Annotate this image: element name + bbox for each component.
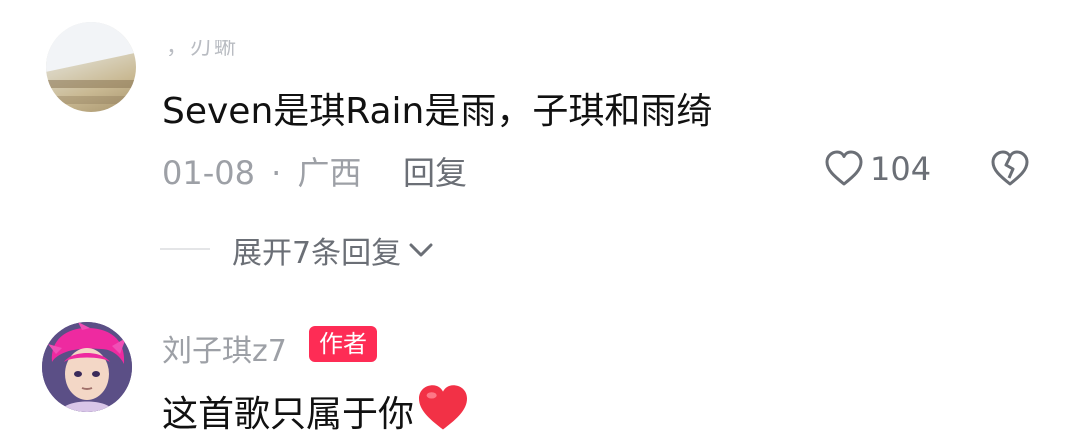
commenter-username[interactable]: ，刃蜥 bbox=[166, 40, 238, 56]
heart-outline-icon bbox=[825, 150, 863, 186]
expand-divider bbox=[160, 248, 210, 250]
reply-button[interactable]: 回复 bbox=[403, 148, 467, 194]
chevron-down-icon bbox=[409, 243, 433, 257]
expand-replies-button[interactable]: 展开7条回复 bbox=[232, 228, 435, 272]
commenter-avatar[interactable] bbox=[46, 22, 136, 112]
meta-separator: · bbox=[271, 154, 282, 192]
comment-text: Seven是琪Rain是雨，子琪和雨绮 bbox=[162, 91, 713, 132]
comment-text-content: 这首歌只属于你 bbox=[162, 394, 415, 435]
broken-heart-icon bbox=[991, 150, 1029, 186]
red-heart-icon bbox=[419, 385, 468, 430]
comment-date: 01-08 bbox=[162, 154, 255, 192]
author-avatar[interactable] bbox=[42, 322, 132, 412]
author-badge: 作者 bbox=[309, 326, 377, 362]
comment-meta: 01-08 · 广西 bbox=[162, 148, 362, 194]
expand-replies-label: 展开7条回复 bbox=[232, 236, 402, 271]
like-count: 104 bbox=[870, 150, 932, 188]
comment-text: 这首歌只属于你 bbox=[162, 384, 470, 437]
like-button[interactable]: 104 bbox=[824, 150, 931, 188]
comment-location: 广西 bbox=[297, 154, 362, 192]
author-username[interactable]: 刘子琪z7 bbox=[162, 326, 287, 370]
dislike-button[interactable] bbox=[990, 150, 1030, 192]
anime-character-icon bbox=[42, 322, 132, 412]
